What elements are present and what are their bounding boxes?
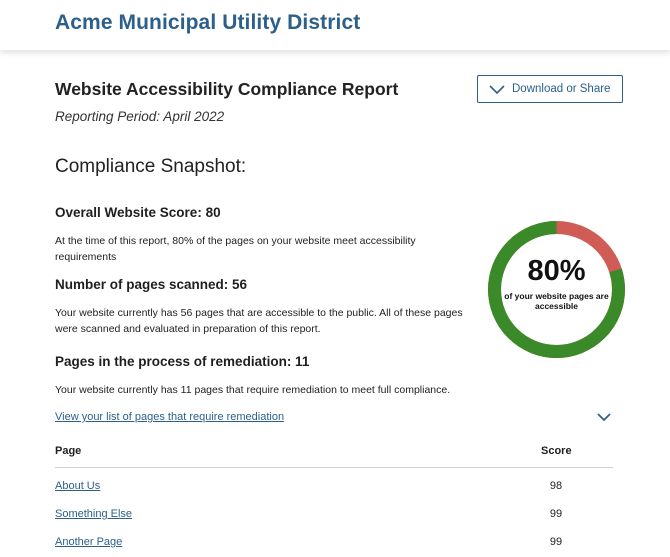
page-link[interactable]: Another Page (55, 536, 122, 548)
compliance-donut-chart (488, 221, 625, 358)
table-header-divider (55, 467, 613, 468)
page-link[interactable]: Something Else (55, 508, 132, 520)
org-name: Acme Municipal Utility District (55, 11, 361, 34)
pages-scanned-heading: Number of pages scanned: 56 (55, 277, 248, 292)
page-score: 99 (549, 536, 563, 548)
overall-score-heading: Overall Website Score: 80 (55, 205, 221, 220)
download-or-share-label: Download or Share (512, 83, 611, 95)
donut-percent: 80% (527, 255, 586, 287)
download-or-share-button[interactable]: Download or Share (477, 75, 623, 103)
report-title: Website Accessibility Compliance Report (55, 79, 399, 99)
page-link[interactable]: About Us (55, 480, 100, 492)
page-score: 99 (549, 508, 563, 520)
reporting-period: Reporting Period: April 2022 (55, 109, 225, 124)
overall-score-text: At the time of this report, 80% of the p… (55, 235, 416, 263)
page-score: 98 (549, 480, 563, 492)
column-header-page: Page (55, 445, 82, 457)
remediation-text: Your website currently has 11 pages that… (55, 384, 451, 396)
chevron-down-icon[interactable] (596, 411, 612, 423)
remediation-heading: Pages in the process of remediation: 11 (55, 354, 310, 369)
column-header-score: Score (541, 445, 572, 457)
pages-scanned-text: Your website currently has 56 pages that… (55, 307, 463, 335)
chevron-down-icon (489, 85, 505, 95)
donut-caption: of your website pages are accessible (504, 291, 609, 311)
remediation-list-toggle-link[interactable]: View your list of pages that require rem… (55, 411, 284, 423)
compliance-snapshot-heading: Compliance Snapshot: (55, 156, 247, 177)
top-header: Acme Municipal Utility District (0, 0, 670, 50)
